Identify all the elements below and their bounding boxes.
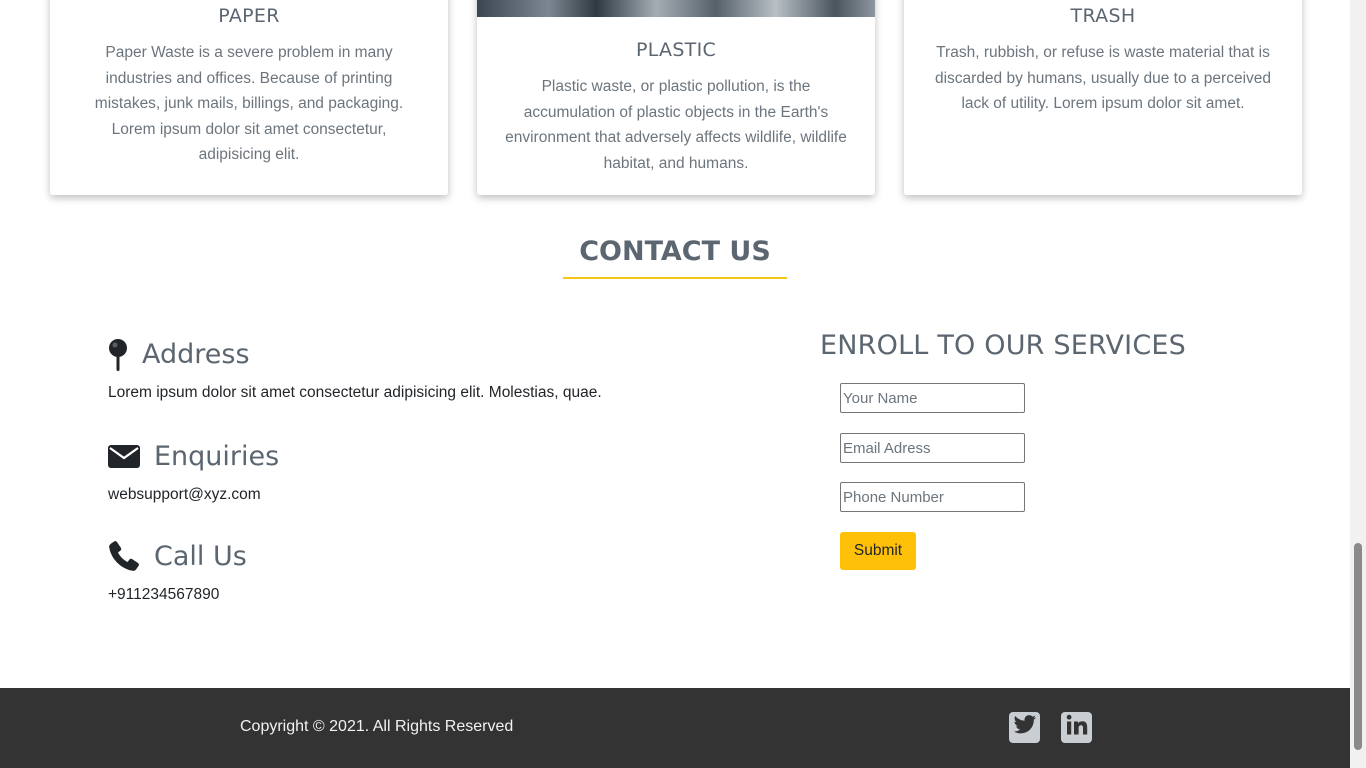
card-plastic: PLASTIC Plastic waste, or plastic pollut… [477,0,875,195]
twitter-link[interactable] [1009,712,1040,743]
linkedin-link[interactable] [1061,712,1092,743]
copyright-text: Copyright © 2021. All Rights Reserved [240,718,514,735]
enroll-section: ENROLL TO OUR SERVICES [820,330,1186,361]
contact-title: CONTACT US [563,236,787,279]
card-text: Plastic waste, or plastic pollution, is … [505,78,847,172]
twitter-icon [1013,715,1037,740]
card-trash: TRASH Trash, rubbish, or refuse is waste… [904,0,1302,195]
call-block: Call Us +911234567890 [108,540,247,604]
address-block: Address Lorem ipsum dolor sit amet conse… [108,338,602,402]
name-input[interactable] [840,383,1025,413]
phone-icon [108,540,140,572]
scrollbar-thumb[interactable] [1354,543,1362,750]
call-phone: +911234567890 [108,586,220,603]
email-input[interactable] [840,433,1025,463]
card-paper: PAPER Paper Waste is a severe problem in… [50,0,448,195]
submit-button[interactable]: Submit [840,532,916,570]
envelope-icon [108,440,140,472]
enquiries-heading: Enquiries [154,440,280,472]
map-pin-icon [108,338,140,371]
card-title: TRASH [1070,5,1136,27]
footer: Copyright © 2021. All Rights Reserved [0,688,1350,768]
enquiries-email: websupport@xyz.com [108,486,261,503]
page: PAPER Paper Waste is a severe problem in… [0,0,1350,768]
phone-input[interactable] [840,482,1025,512]
address-heading: Address [142,338,250,370]
card-text: Paper Waste is a severe problem in many … [94,44,404,163]
card-title: PLASTIC [635,39,717,61]
contact-section-header: CONTACT US [0,236,1350,279]
enroll-title: ENROLL TO OUR SERVICES [820,330,1186,361]
address-text: Lorem ipsum dolor sit amet consectetur a… [108,384,602,401]
scrollbar[interactable] [1350,0,1366,768]
enquiries-block: Enquiries websupport@xyz.com [108,440,279,504]
card-text: Trash, rubbish, or refuse is waste mater… [934,44,1272,112]
linkedin-icon [1066,714,1088,741]
card-image [477,0,875,17]
card-title: PAPER [218,5,280,27]
call-heading: Call Us [154,540,247,572]
